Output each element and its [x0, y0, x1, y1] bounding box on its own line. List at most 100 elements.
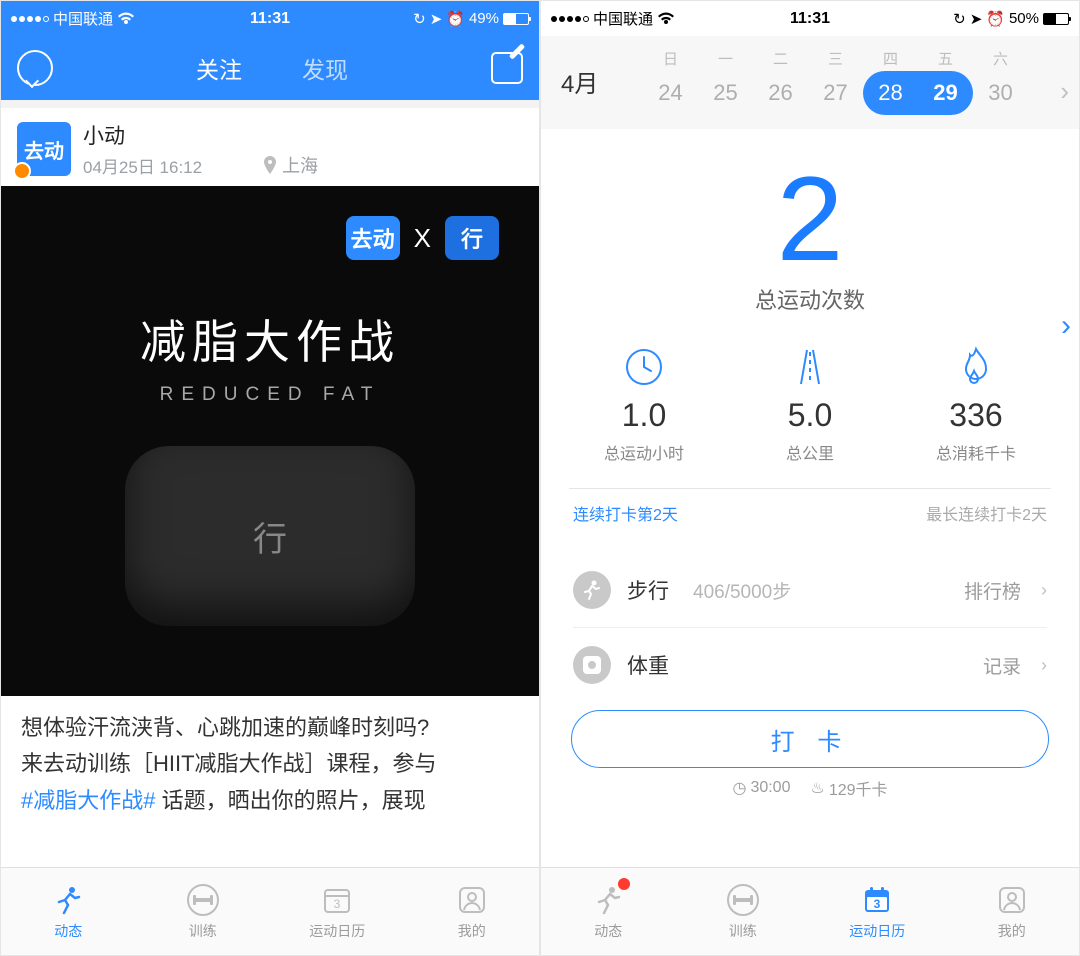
weight-record-link[interactable]: 记录 [983, 652, 1021, 679]
row-walk[interactable]: 步行 406/5000步 排行榜 › [541, 553, 1079, 627]
feed-list[interactable]: 去动 小动 04月25日 16:12 上海 [1, 100, 539, 867]
verified-badge-icon [13, 162, 31, 180]
summary-section[interactable]: 2 总运动次数 › 1.0 总运动小时 5.0 总公里 [541, 129, 1079, 489]
scale-icon [573, 646, 611, 684]
profile-icon [455, 883, 489, 917]
dow-thu: 四 [863, 48, 918, 69]
stat-calories[interactable]: 336 总消耗千卡 [893, 343, 1059, 464]
status-bar: 中国联通 11:31 ↻ ➤ ⏰ 50% [541, 1, 1079, 36]
carrier-label: 中国联通 [593, 8, 653, 29]
brand-row: 去动 X 行 [346, 216, 499, 260]
day-30[interactable]: 30 [973, 71, 1028, 115]
location-pin-icon [262, 156, 278, 174]
hero-title: 减脂大作战 [140, 306, 400, 372]
carrier-label: 中国联通 [53, 8, 113, 29]
post-image[interactable]: 去动 X 行 减脂大作战 REDUCED FAT 行 [1, 186, 539, 696]
checkin-subinfo: ◷30:00 ♨129千卡 [541, 776, 1079, 800]
hero-device: 行 [125, 446, 415, 626]
chat-bubble-icon[interactable] [17, 50, 53, 86]
battery-icon [1043, 13, 1069, 25]
post-avatar[interactable]: 去动 [17, 122, 71, 176]
streak-current: 连续打卡第2天 [573, 501, 678, 525]
streak-max: 最长连续打卡2天 [926, 501, 1047, 525]
day-28[interactable]: 28 [863, 71, 918, 115]
brand-logo-a: 去动 [346, 216, 400, 260]
row-weight[interactable]: 体重 记录 › [541, 628, 1079, 702]
tab-calendar[interactable]: 3 运动日历 [270, 868, 405, 955]
clock-icon [623, 343, 665, 391]
brand-logo-b: 行 [445, 216, 499, 260]
dow-sat: 六 [973, 48, 1028, 69]
hero-subtitle: REDUCED FAT [160, 384, 381, 406]
dow-fri: 五 [918, 48, 973, 69]
day-24[interactable]: 24 [643, 71, 698, 115]
wifi-icon [657, 12, 675, 26]
runner-icon [51, 883, 85, 917]
calendar-icon: 3 [860, 883, 894, 917]
walk-rank-link[interactable]: 排行榜 [964, 577, 1021, 604]
walk-icon [573, 571, 611, 609]
tab-calendar[interactable]: 3 运动日历 [810, 868, 945, 955]
tab-feed[interactable]: 动态 [1, 868, 136, 955]
tab-mine[interactable]: 我的 [945, 868, 1080, 955]
bottom-tab-bar: 动态 训练 3 运动日历 我的 [1, 867, 539, 955]
post-location: 上海 [262, 152, 318, 178]
battery-pct: 49% [469, 10, 499, 27]
location-arrow-icon: ➤ [430, 10, 443, 28]
location-arrow-icon: ➤ [970, 10, 983, 28]
tab-discover[interactable]: 发现 [302, 51, 348, 85]
flame-icon [957, 343, 995, 391]
lock-icon: ↻ [413, 10, 426, 28]
total-count-label: 总运动次数 [541, 283, 1079, 315]
status-bar: 中国联通 11:31 ↻ ➤ ⏰ 49% [1, 1, 539, 36]
day-25[interactable]: 25 [698, 71, 753, 115]
battery-icon [503, 13, 529, 25]
tab-train[interactable]: 训练 [136, 868, 271, 955]
svg-text:3: 3 [874, 897, 881, 911]
streak-row: 连续打卡第2天 最长连续打卡2天 [541, 489, 1079, 537]
chevron-right-icon[interactable]: › [1060, 76, 1069, 107]
stat-hours[interactable]: 1.0 总运动小时 [561, 343, 727, 464]
tab-mine[interactable]: 我的 [405, 868, 540, 955]
dumbbell-icon [726, 883, 760, 917]
battery-pct: 50% [1009, 10, 1039, 27]
dow-wed: 三 [808, 48, 863, 69]
dow-mon: 一 [698, 48, 753, 69]
chevron-right-icon[interactable]: › [1061, 309, 1071, 343]
profile-icon [995, 883, 1029, 917]
tab-feed[interactable]: 动态 [541, 868, 676, 955]
day-27[interactable]: 27 [808, 71, 863, 115]
dumbbell-icon [186, 883, 220, 917]
selected-day-range: 28 29 [863, 71, 973, 115]
chevron-right-icon: › [1041, 580, 1047, 601]
status-time: 11:31 [790, 10, 830, 28]
tab-train[interactable]: 训练 [676, 868, 811, 955]
flame-small-icon: ♨ [810, 778, 824, 798]
month-label: 4月 [561, 64, 598, 99]
compose-icon[interactable] [491, 52, 523, 84]
calendar-icon: 3 [320, 883, 354, 917]
alarm-icon: ⏰ [986, 10, 1005, 28]
post-header[interactable]: 去动 小动 04月25日 16:12 上海 [1, 108, 539, 186]
lock-icon: ↻ [953, 10, 966, 28]
checkin-button[interactable]: 打 卡 [571, 710, 1049, 768]
post-topic-link[interactable]: #减脂大作战# [21, 788, 162, 813]
tab-follow[interactable]: 关注 [196, 51, 242, 85]
week-calendar[interactable]: 4月 日 一 二 三 四 五 六 24 25 26 27 28 29 30 [541, 36, 1079, 129]
notification-dot-icon [618, 878, 630, 890]
post-text: 想体验汗流浃背、心跳加速的巅峰时刻吗? 来去动训练［HIIT减脂大作战］课程，参… [1, 696, 539, 819]
post-time: 04月25日 16:12 [83, 153, 202, 178]
alarm-icon: ⏰ [446, 10, 465, 28]
signal-dots-icon [11, 16, 49, 22]
road-icon [789, 343, 831, 391]
dow-tue: 二 [753, 48, 808, 69]
wifi-icon [117, 12, 135, 26]
top-nav: 关注 发现 [1, 36, 539, 100]
stat-distance[interactable]: 5.0 总公里 [727, 343, 893, 464]
chevron-right-icon: › [1041, 655, 1047, 676]
day-26[interactable]: 26 [753, 71, 808, 115]
day-29[interactable]: 29 [918, 71, 973, 115]
dow-sun: 日 [643, 48, 698, 69]
post-author: 小动 [83, 120, 318, 150]
phone-right-calendar: 中国联通 11:31 ↻ ➤ ⏰ 50% 4月 日 一 二 三 四 [540, 0, 1080, 956]
